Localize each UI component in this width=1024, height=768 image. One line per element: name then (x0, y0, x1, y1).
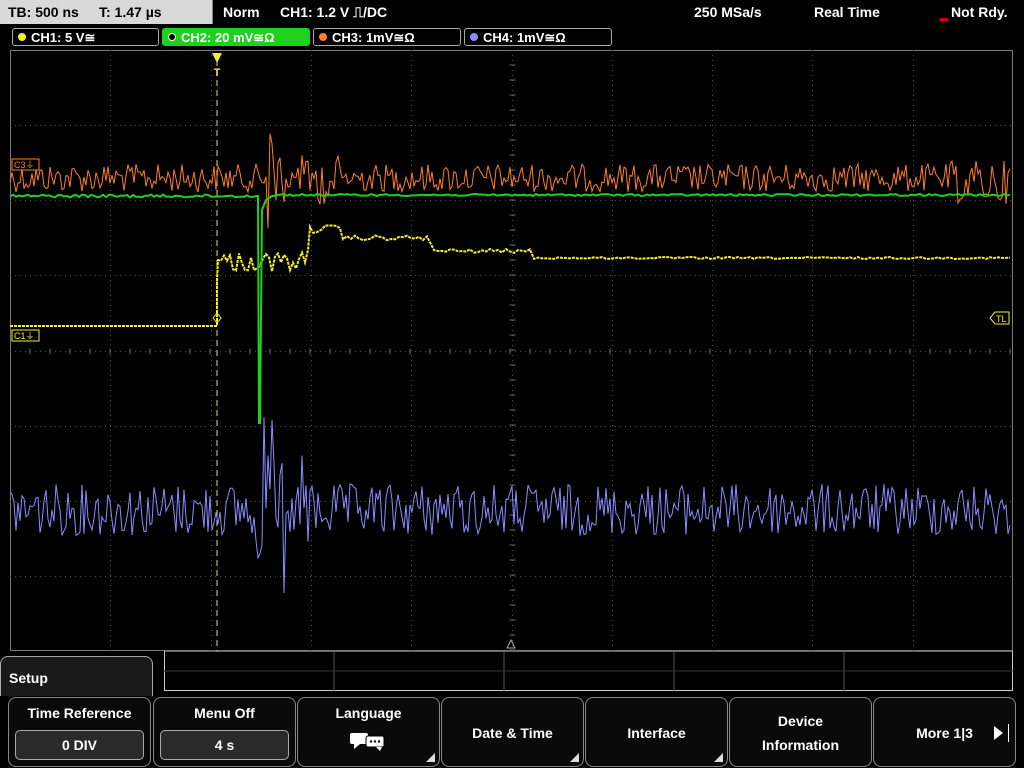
device-information-label-2: Information (762, 737, 839, 753)
time-reference-button[interactable]: Time Reference 0 DIV (8, 697, 151, 767)
menu-off-label: Menu Off (194, 705, 255, 721)
interface-label: Interface (627, 725, 686, 741)
horizontal-position-marker-icon (506, 638, 516, 649)
sample-rate: 250 MSa/s (694, 4, 762, 20)
menu-off-button[interactable]: Menu Off 4 s (153, 697, 296, 767)
run-state: Not Rdy. (951, 4, 1008, 20)
trigger-source[interactable]: CH1: 1.2 V ⎍/DC (280, 4, 387, 21)
c3-marker-label: C3⏚ (14, 160, 35, 170)
speech-bubbles-icon (350, 733, 385, 751)
ch4-color-dot (470, 33, 478, 41)
interface-button[interactable]: Interface (585, 697, 728, 767)
trigger-mode[interactable]: Norm (223, 4, 260, 20)
acquisition-mode: Real Time (814, 4, 880, 20)
not-ready-indicator (940, 18, 948, 21)
trigger-level-label: TL (996, 314, 1007, 324)
ch2-label: CH2: 20 mV≅Ω (181, 30, 275, 45)
timebase-label: TB: 500 ns (8, 4, 79, 20)
graticule-ticks (10, 50, 1011, 651)
status-bar: TB: 500 ns T: 1.47 µs Norm CH1: 1.2 V ⎍/… (0, 0, 1024, 26)
ch3-label: CH3: 1mV≅Ω (332, 30, 415, 45)
channel-tab-ch4[interactable]: CH4: 1mV≅Ω (464, 28, 612, 46)
trigger-marker-icon[interactable] (212, 53, 222, 63)
ch4-label: CH4: 1mV≅Ω (483, 30, 566, 45)
menu-off-value: 4 s (160, 730, 289, 760)
menu-title: Setup (9, 670, 48, 686)
more-separator (1008, 724, 1009, 742)
ch3-trace (10, 133, 1011, 229)
device-information-button[interactable]: Device Information (729, 697, 872, 767)
more-button[interactable]: More 1|3 (873, 697, 1016, 767)
timebase-box[interactable]: TB: 500 ns T: 1.47 µs (0, 0, 213, 24)
channel-tab-ch2[interactable]: CH2: 20 mV≅Ω (162, 28, 310, 46)
ch1-label: CH1: 5 V≅ (31, 30, 96, 45)
submenu-corner-icon (570, 753, 579, 762)
ch3-color-dot (319, 33, 327, 41)
device-information-label-1: Device (777, 713, 824, 729)
lower-grid (164, 651, 1013, 691)
next-arrow-icon (994, 726, 1003, 740)
submenu-corner-icon (426, 753, 435, 762)
ch2-trace (10, 192, 1011, 424)
waveform-canvas[interactable]: T C3⏚ C1⏚ TL (10, 50, 1013, 651)
trigger-time-label: T: 1.47 µs (99, 4, 162, 20)
ch1-color-dot (18, 33, 26, 41)
language-label: Language (335, 705, 402, 721)
ch4-trace (10, 417, 1011, 594)
time-reference-label: Time Reference (27, 705, 132, 721)
trigger-marker-label: T (214, 67, 221, 79)
language-button[interactable]: Language (297, 697, 440, 767)
channel-tab-ch1[interactable]: CH1: 5 V≅ (12, 28, 159, 46)
time-reference-value: 0 DIV (15, 730, 144, 760)
date-time-button[interactable]: Date & Time (441, 697, 584, 767)
c1-marker-label: C1⏚ (14, 331, 35, 341)
ch2-color-dot (168, 33, 176, 41)
setup-menu-tab[interactable]: Setup (0, 656, 153, 696)
date-time-label: Date & Time (472, 725, 553, 741)
submenu-corner-icon (714, 753, 723, 762)
channel-tab-ch3[interactable]: CH3: 1mV≅Ω (313, 28, 461, 46)
